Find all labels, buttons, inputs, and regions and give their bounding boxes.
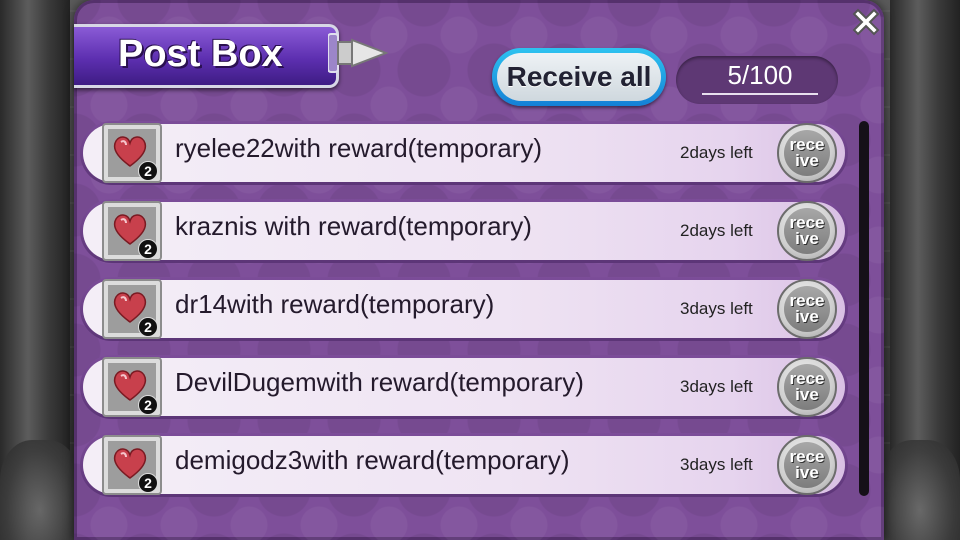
receive-all-button[interactable]: Receive all — [492, 48, 666, 106]
mail-title: ryelee22with reward(temporary) — [175, 133, 543, 163]
mail-row: 2 kraznis with reward(temporary) 2days l… — [80, 199, 848, 263]
mail-list-scrollbar[interactable] — [859, 121, 869, 496]
left-gargoyle-statue — [0, 440, 80, 540]
mail-row: 2 demigodz3with reward(temporary) 3days … — [80, 433, 848, 497]
receive-button-label: receive — [789, 213, 825, 248]
days-left: 3days left — [680, 377, 753, 396]
mail-row: 2 DevilDugemwith reward(temporary) 3days… — [80, 355, 848, 419]
receive-button-label: receive — [789, 135, 825, 170]
receive-button-label: receive — [789, 291, 825, 326]
receive-button[interactable]: receive — [777, 279, 837, 339]
receive-button[interactable]: receive — [777, 435, 837, 495]
banner-spear-tip-icon — [328, 33, 388, 73]
close-button[interactable] — [846, 2, 886, 42]
mail-title: demigodz3with reward(temporary) — [175, 445, 570, 475]
reward-quantity: 2 — [138, 161, 158, 181]
mail-title: kraznis with reward(temporary) — [175, 211, 532, 241]
receive-button[interactable]: receive — [777, 123, 837, 183]
reward-quantity: 2 — [138, 473, 158, 493]
days-left: 3days left — [680, 299, 753, 318]
reward-quantity: 2 — [138, 395, 158, 415]
mail-title: DevilDugemwith reward(temporary) — [175, 367, 584, 397]
close-x-icon — [852, 8, 880, 36]
days-left: 2days left — [680, 221, 753, 240]
mail-count: 5/100 — [702, 60, 818, 95]
days-left: 2days left — [680, 143, 753, 162]
mail-count-box: 5/100 — [676, 56, 838, 104]
receive-button[interactable]: receive — [777, 201, 837, 261]
receive-button-label: receive — [789, 369, 825, 404]
reward-quantity: 2 — [138, 317, 158, 337]
mail-row: 2 dr14with reward(temporary) 3days left … — [80, 277, 848, 341]
reward-item-slot: 2 — [102, 357, 162, 417]
mail-row: 2 ryelee22with reward(temporary) 2days l… — [80, 121, 848, 185]
mail-title: dr14with reward(temporary) — [175, 289, 495, 319]
receive-button-label: receive — [789, 447, 825, 482]
page-title: Post Box — [118, 33, 283, 75]
reward-item-slot: 2 — [102, 279, 162, 339]
reward-item-slot: 2 — [102, 435, 162, 495]
days-left: 3days left — [680, 455, 753, 474]
receive-button[interactable]: receive — [777, 357, 837, 417]
receive-all-label: Receive all — [497, 53, 661, 101]
reward-item-slot: 2 — [102, 201, 162, 261]
right-gargoyle-statue — [880, 440, 960, 540]
reward-quantity: 2 — [138, 239, 158, 259]
title-banner: Post Box — [74, 24, 339, 88]
reward-item-slot: 2 — [102, 123, 162, 183]
